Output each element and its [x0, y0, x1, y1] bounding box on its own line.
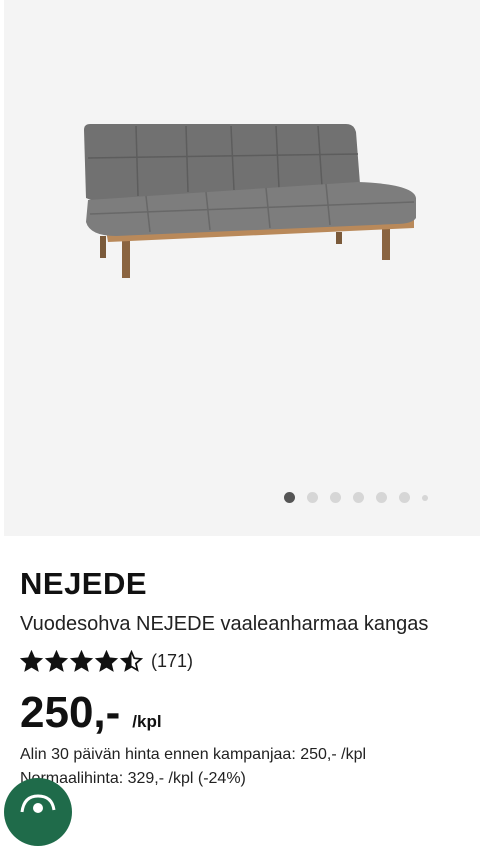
product-image [84, 124, 416, 278]
gallery-dot[interactable] [284, 492, 295, 503]
price-unit: /kpl [132, 712, 162, 731]
star-icon [95, 650, 118, 672]
star-icon [45, 650, 68, 672]
price: 250,- /kpl [20, 688, 162, 738]
product-rating[interactable]: (171) [20, 650, 193, 673]
gallery-dot[interactable] [399, 492, 410, 503]
star-icon [120, 650, 143, 672]
chat-icon [20, 794, 56, 813]
product-image-gallery[interactable] [4, 0, 480, 536]
product-name: NEJEDE [20, 566, 148, 601]
price-value: 250,- [20, 688, 121, 737]
gallery-dot[interactable] [376, 492, 387, 503]
star-icon [20, 650, 43, 672]
rating-stars [20, 650, 143, 673]
product-description: Vuodesohva NEJEDE vaaleanharmaa kangas [20, 613, 429, 635]
lowest-price-info: Alin 30 päivän hinta ennen kampanjaa: 25… [20, 746, 367, 763]
star-icon [70, 650, 93, 672]
review-count: (171) [151, 651, 194, 671]
gallery-dot[interactable] [307, 492, 318, 503]
gallery-pagination [284, 492, 428, 503]
gallery-dot[interactable] [330, 492, 341, 503]
chat-button[interactable] [4, 778, 72, 846]
gallery-dot[interactable] [422, 494, 428, 501]
gallery-dot[interactable] [353, 492, 364, 503]
